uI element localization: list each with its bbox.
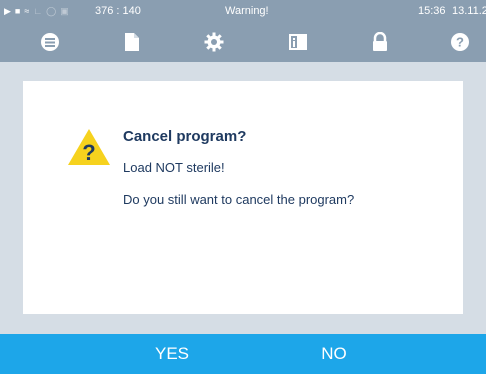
dialog-question: Do you still want to cancel the program?	[123, 192, 355, 207]
status-icons: ▶ ■ ≈ ∟ ◯ ▣	[4, 4, 69, 18]
dialog-message: Load NOT sterile!	[123, 160, 225, 175]
cycle-counter: 376 : 140	[95, 5, 141, 17]
svg-text:?: ?	[456, 35, 464, 50]
clock-icon: ◯	[46, 6, 57, 16]
graph-icon: ∟	[33, 6, 43, 16]
yes-button[interactable]: YES	[122, 334, 222, 374]
info-icon[interactable]	[286, 30, 310, 54]
document-icon[interactable]	[120, 30, 144, 54]
status-bar: ▶ ■ ≈ ∟ ◯ ▣ 376 : 140 Warning! 15:36 13.…	[0, 0, 486, 22]
status-time: 15:36	[418, 5, 446, 17]
help-icon[interactable]: ?	[448, 30, 472, 54]
gear-icon[interactable]	[202, 30, 226, 54]
play-icon: ▶	[4, 6, 11, 16]
toolbar: ?	[0, 22, 486, 62]
program-icon: ■	[14, 6, 21, 16]
dialog-panel: ? Cancel program? Load NOT sterile! Do y…	[23, 81, 463, 314]
heat-icon: ≈	[24, 6, 30, 16]
warning-question-icon: ?	[68, 129, 110, 165]
status-date: 13.11.2017	[452, 5, 486, 17]
dialog-title: Cancel program?	[123, 128, 247, 145]
lock-icon: ▣	[60, 6, 69, 16]
no-button[interactable]: NO	[284, 334, 384, 374]
svg-text:?: ?	[82, 140, 95, 165]
lock-icon[interactable]	[368, 30, 392, 54]
menu-icon[interactable]	[38, 30, 62, 54]
footer-bar: YES NO	[0, 334, 486, 374]
status-warning: Warning!	[225, 5, 269, 17]
